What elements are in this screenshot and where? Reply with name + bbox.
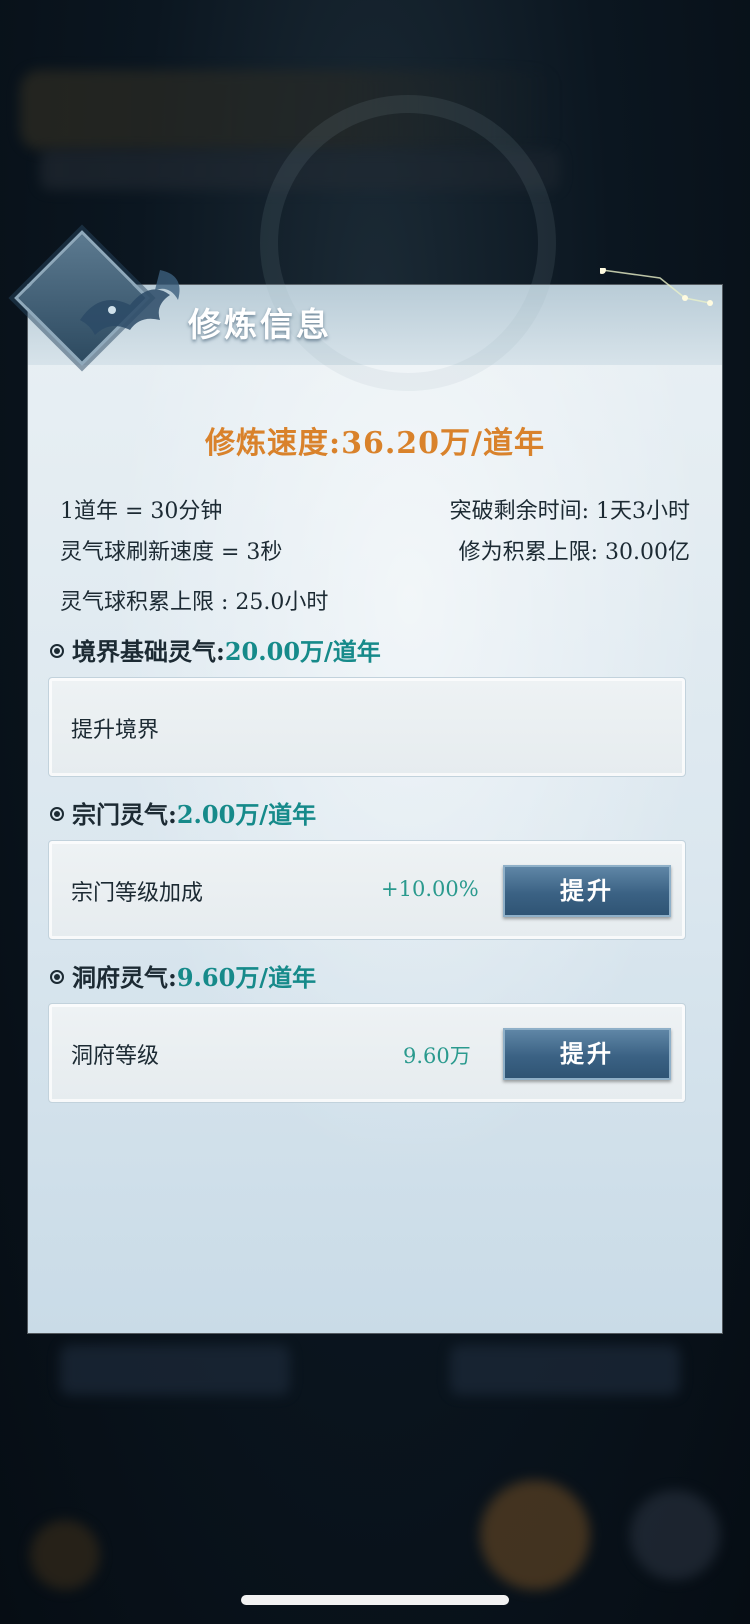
beast-emblem-icon	[80, 270, 180, 335]
constellation-icon	[600, 268, 713, 306]
cave-level-value: 9.60万	[403, 1044, 471, 1068]
background-avatar-blur	[480, 1480, 590, 1590]
cave-level-row: 洞府等级 9.60万 提升	[48, 1003, 686, 1103]
background-orb-blur	[630, 1490, 720, 1580]
section-label: 洞府灵气:	[72, 963, 177, 992]
panel-title: 修炼信息	[188, 305, 332, 344]
cave-qi-heading: 洞府灵气:9.60万/道年	[50, 958, 316, 993]
dao-year-info: 1道年 = 30分钟	[60, 499, 223, 524]
background-button-blur	[60, 1345, 290, 1395]
section-value: 2.00万/道年	[176, 800, 317, 829]
background-orb-blur	[30, 1520, 100, 1590]
bullet-icon	[50, 643, 64, 658]
orb-cap: 灵气球积累上限 : 25.0小时	[60, 590, 329, 615]
realm-qi-heading: 境界基础灵气:20.00万/道年	[50, 632, 381, 667]
section-value: 20.00万/道年	[224, 637, 381, 666]
section-value: 9.60万/道年	[176, 963, 317, 992]
cultivation-cap: 修为积累上限: 30.00亿	[458, 540, 690, 565]
bullet-icon	[50, 969, 64, 984]
realm-upgrade-row[interactable]: 提升境界	[48, 677, 686, 777]
breakthrough-time: 突破剩余时间: 1天3小时	[449, 499, 690, 524]
cave-upgrade-button[interactable]: 提升	[503, 1028, 671, 1080]
section-label: 境界基础灵气:	[72, 637, 225, 666]
home-indicator[interactable]	[241, 1595, 509, 1605]
sect-qi-heading: 宗门灵气:2.00万/道年	[50, 795, 316, 830]
row-label: 宗门等级加成	[71, 881, 204, 906]
cultivation-speed: 修炼速度:36.20万/道年	[205, 426, 545, 461]
gear-watermark-icon	[260, 95, 556, 391]
bullet-icon	[50, 806, 64, 821]
orb-refresh-speed: 灵气球刷新速度 = 3秒	[60, 540, 283, 565]
background-button-blur	[450, 1345, 680, 1395]
sect-bonus-value: +10.00%	[381, 877, 479, 901]
sect-level-row: 宗门等级加成 +10.00% 提升	[48, 840, 686, 940]
row-label: 提升境界	[71, 718, 160, 743]
sect-upgrade-button[interactable]: 提升	[503, 865, 671, 917]
section-label: 宗门灵气:	[72, 800, 177, 829]
row-label: 洞府等级	[71, 1044, 160, 1069]
